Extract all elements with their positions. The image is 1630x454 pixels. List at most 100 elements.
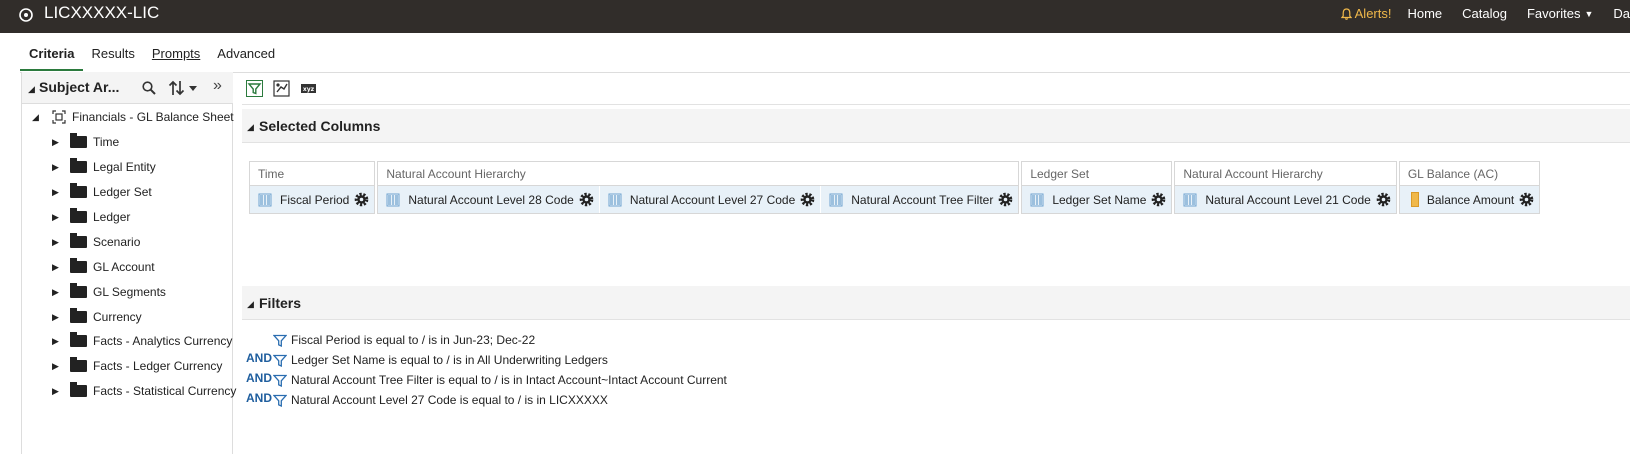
column-natural-account-level-28[interactable]: Natural Account Level 28 Code bbox=[378, 186, 600, 213]
tree-folder-facts-statistical[interactable]: ▶ Facts - Statistical Currency bbox=[52, 382, 236, 398]
folder-icon bbox=[70, 332, 87, 347]
chevron-down-icon: ▼ bbox=[1584, 8, 1594, 19]
tab-advanced[interactable]: Advanced bbox=[208, 38, 283, 71]
and-operator[interactable]: AND bbox=[246, 351, 273, 365]
expand-caret-icon[interactable]: ▶ bbox=[52, 336, 70, 347]
bell-icon bbox=[1340, 7, 1352, 20]
filter-toggle-icon[interactable] bbox=[246, 80, 263, 97]
column-group-header: Ledger Set bbox=[1022, 162, 1172, 186]
expand-caret-icon[interactable]: ▶ bbox=[52, 287, 70, 298]
column-fiscal-period[interactable]: Fiscal Period bbox=[250, 186, 375, 213]
expand-caret-icon[interactable]: ▶ bbox=[52, 386, 70, 397]
tree-folder-label: Ledger Set bbox=[93, 185, 152, 199]
measure-column-icon bbox=[1410, 192, 1419, 207]
gear-icon[interactable] bbox=[353, 191, 370, 208]
gear-icon[interactable] bbox=[799, 191, 816, 208]
svg-text:xyz: xyz bbox=[303, 86, 315, 93]
editor-tabs: Criteria Results Prompts Advanced bbox=[20, 38, 283, 72]
tree-folder-facts-analytics[interactable]: ▶ Facts - Analytics Currency bbox=[52, 332, 233, 348]
tab-prompts[interactable]: Prompts bbox=[143, 38, 208, 71]
subject-area-icon bbox=[52, 110, 66, 124]
folder-icon bbox=[70, 133, 87, 148]
tab-results[interactable]: Results bbox=[83, 38, 143, 71]
selected-columns: Time Fiscal Period Natural Account Hiera… bbox=[249, 161, 1542, 214]
gear-icon[interactable] bbox=[1375, 191, 1392, 208]
expand-caret-icon[interactable]: ▶ bbox=[52, 262, 70, 273]
tab-criteria[interactable]: Criteria bbox=[20, 38, 83, 71]
collapse-pane-icon[interactable]: » bbox=[213, 77, 222, 95]
tree-folder-label: GL Account bbox=[93, 260, 155, 274]
tree-root[interactable]: ◢ Financials - GL Balance Sheet bbox=[32, 110, 234, 124]
tree-root-label: Financials - GL Balance Sheet bbox=[72, 110, 234, 124]
tree-folder-gl-segments[interactable]: ▶ GL Segments bbox=[52, 283, 166, 299]
nav-dashboards[interactable]: Da bbox=[1613, 6, 1630, 21]
collapse-triangle-icon[interactable]: ◢ bbox=[247, 122, 254, 133]
and-operator[interactable]: AND bbox=[246, 371, 273, 385]
column-group-header: Natural Account Hierarchy bbox=[1175, 162, 1396, 186]
column-natural-account-level-27[interactable]: Natural Account Level 27 Code bbox=[599, 186, 822, 213]
collapse-triangle-icon[interactable]: ◢ bbox=[247, 299, 254, 310]
filter-row[interactable]: AND Ledger Set Name is equal to / is in … bbox=[246, 350, 727, 370]
filter-row[interactable]: AND Natural Account Level 27 Code is equ… bbox=[246, 390, 727, 410]
subject-area-header: ◢ Subject Ar... » bbox=[22, 72, 233, 104]
folder-icon bbox=[70, 357, 87, 372]
filter-row[interactable]: AND Natural Account Tree Filter is equal… bbox=[246, 370, 727, 390]
filter-icon bbox=[273, 334, 287, 347]
expand-caret-icon[interactable]: ▶ bbox=[52, 212, 70, 223]
tree-folder-legal-entity[interactable]: ▶ Legal Entity bbox=[52, 158, 156, 174]
xyz-icon[interactable]: xyz bbox=[300, 80, 317, 97]
column-balance-amount[interactable]: Balance Amount bbox=[1399, 186, 1540, 213]
gear-icon[interactable] bbox=[997, 191, 1014, 208]
tree-folder-ledger-set[interactable]: ▶ Ledger Set bbox=[52, 183, 152, 199]
gear-icon[interactable] bbox=[578, 191, 595, 208]
column-group: Ledger Set Ledger Set Name bbox=[1021, 161, 1173, 214]
nav-favorites[interactable]: Favorites ▼ bbox=[1527, 6, 1593, 21]
folder-icon bbox=[70, 308, 87, 323]
expand-triangle-icon[interactable]: ◢ bbox=[32, 112, 52, 123]
tree-folder-label: Facts - Analytics Currency bbox=[93, 334, 233, 348]
folder-icon bbox=[70, 382, 87, 397]
search-icon[interactable] bbox=[141, 80, 157, 96]
column-label: Balance Amount bbox=[1426, 192, 1515, 207]
gear-icon[interactable] bbox=[1150, 191, 1167, 208]
column-natural-account-level-21[interactable]: Natural Account Level 21 Code bbox=[1175, 186, 1396, 213]
attribute-column-icon bbox=[386, 193, 400, 206]
attribute-column-icon bbox=[829, 193, 843, 206]
nav-catalog[interactable]: Catalog bbox=[1462, 6, 1507, 21]
tree-folder-facts-ledger[interactable]: ▶ Facts - Ledger Currency bbox=[52, 357, 222, 373]
saved-filter-icon[interactable] bbox=[273, 80, 290, 97]
folder-icon bbox=[70, 283, 87, 298]
expand-caret-icon[interactable]: ▶ bbox=[52, 312, 70, 323]
alerts-link[interactable]: Alerts! bbox=[1340, 6, 1391, 21]
tree-folder-label: Time bbox=[93, 135, 120, 149]
column-ledger-set-name[interactable]: Ledger Set Name bbox=[1022, 186, 1172, 213]
tree-folder-gl-account[interactable]: ▶ GL Account bbox=[52, 258, 155, 274]
selected-columns-title: Selected Columns bbox=[259, 118, 381, 134]
sort-icon[interactable] bbox=[168, 79, 200, 97]
tree-folder-currency[interactable]: ▶ Currency bbox=[52, 308, 142, 324]
page-title: LICXXXXX-LIC bbox=[44, 3, 160, 22]
nav-home[interactable]: Home bbox=[1407, 6, 1442, 21]
tree-folder-label: GL Segments bbox=[93, 285, 166, 299]
and-operator[interactable]: AND bbox=[246, 391, 273, 405]
top-bar: LICXXXXX-LIC Alerts! Home Catalog Favori… bbox=[0, 0, 1630, 33]
folder-icon bbox=[70, 183, 87, 198]
expand-caret-icon[interactable]: ▶ bbox=[52, 237, 70, 248]
filter-text: Natural Account Tree Filter is equal to … bbox=[291, 373, 727, 387]
column-natural-account-tree-filter[interactable]: Natural Account Tree Filter bbox=[821, 186, 1019, 213]
collapse-triangle-icon[interactable]: ◢ bbox=[28, 84, 35, 95]
tree-folder-label: Scenario bbox=[93, 235, 141, 249]
tree-folder-ledger[interactable]: ▶ Ledger bbox=[52, 208, 130, 224]
folder-icon bbox=[70, 158, 87, 173]
tree-folder-time[interactable]: ▶ Time bbox=[52, 133, 120, 149]
tree-folder-scenario[interactable]: ▶ Scenario bbox=[52, 233, 141, 249]
filter-row[interactable]: Fiscal Period is equal to / is in Jun-23… bbox=[246, 330, 727, 350]
gear-icon[interactable] bbox=[1518, 191, 1535, 208]
expand-caret-icon[interactable]: ▶ bbox=[52, 361, 70, 372]
filter-icon bbox=[273, 354, 287, 367]
expand-caret-icon[interactable]: ▶ bbox=[52, 187, 70, 198]
expand-caret-icon[interactable]: ▶ bbox=[52, 162, 70, 173]
folder-icon bbox=[70, 233, 87, 248]
column-label: Natural Account Level 27 Code bbox=[629, 192, 796, 207]
expand-caret-icon[interactable]: ▶ bbox=[52, 137, 70, 148]
